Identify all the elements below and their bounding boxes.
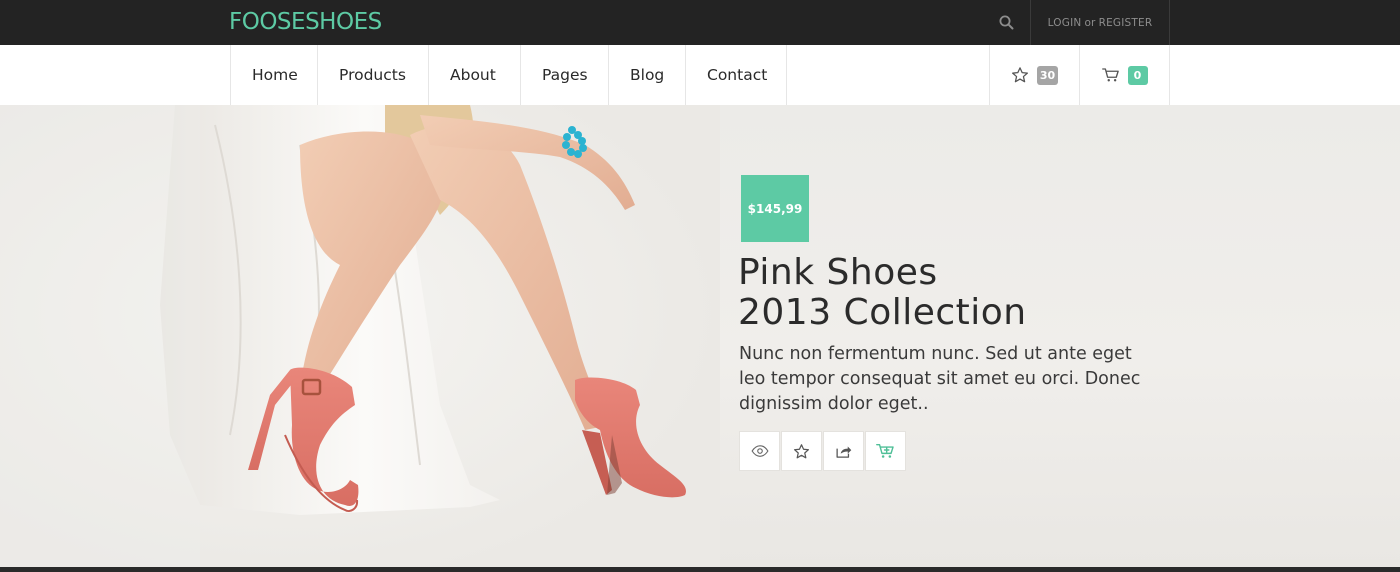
account-links: LOGIN or REGISTER: [1030, 0, 1170, 45]
add-to-cart-icon: [876, 443, 894, 458]
nav-item-about[interactable]: About: [429, 45, 521, 105]
main-navigation: Home Products About Pages Blog Contact 3…: [0, 45, 1400, 105]
or-separator: or: [1084, 16, 1096, 29]
nav-item-contact[interactable]: Contact: [686, 45, 787, 105]
hero-banner: $145,99 Pink Shoes 2013 Collection Nunc …: [0, 105, 1400, 567]
search-button[interactable]: [982, 0, 1030, 45]
hero-title-line-1: Pink Shoes: [738, 252, 938, 293]
login-link[interactable]: LOGIN: [1048, 17, 1082, 29]
register-link[interactable]: REGISTER: [1099, 17, 1153, 29]
logo[interactable]: FOOSESHOES: [229, 9, 382, 35]
star-icon: [793, 443, 810, 458]
nav-item-home[interactable]: Home: [231, 45, 318, 105]
cart-count-badge: 0: [1127, 65, 1148, 85]
nav-item-pages[interactable]: Pages: [521, 45, 609, 105]
price-tag: $145,99: [741, 175, 809, 242]
star-icon: [1011, 67, 1028, 83]
cart-button[interactable]: 0: [1080, 45, 1170, 105]
add-to-wishlist-button[interactable]: [781, 431, 822, 471]
nav-item-blog[interactable]: Blog: [609, 45, 686, 105]
share-icon: [836, 446, 852, 458]
add-to-cart-button[interactable]: [865, 431, 906, 471]
nav-menu: Home Products About Pages Blog Contact: [230, 45, 787, 105]
eye-icon: [750, 445, 769, 457]
share-button[interactable]: [823, 431, 864, 471]
quick-view-button[interactable]: [739, 431, 780, 471]
nav-utilities: 30 0: [989, 45, 1170, 105]
hero-description: Nunc non fermentum nunc. Sed ut ante ege…: [739, 344, 1141, 414]
wishlist-count-badge: 30: [1036, 65, 1059, 85]
hero-title: Pink Shoes 2013 Collection: [738, 253, 1027, 333]
product-actions: [739, 431, 906, 471]
cart-icon: [1101, 68, 1119, 82]
hero-image: [0, 105, 720, 567]
hero-title-line-2: 2013 Collection: [738, 292, 1027, 333]
search-icon: [999, 15, 1013, 30]
top-bar: FOOSESHOES LOGIN or REGISTER: [0, 0, 1400, 45]
footer-strip: [0, 567, 1400, 572]
wishlist-button[interactable]: 30: [990, 45, 1080, 105]
nav-item-products[interactable]: Products: [318, 45, 429, 105]
